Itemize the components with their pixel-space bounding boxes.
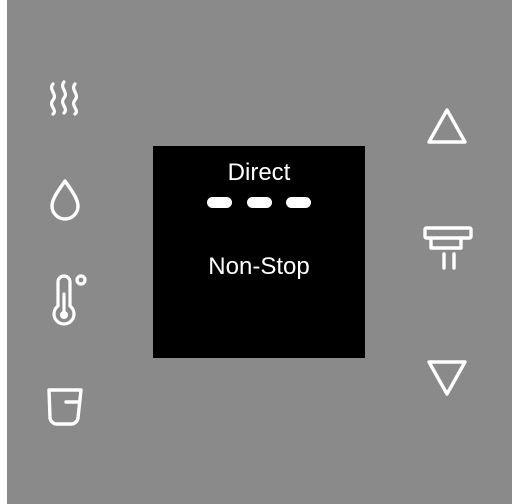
hot-water-button[interactable] (44, 80, 84, 116)
level-dash (247, 197, 272, 208)
level-dash (207, 197, 232, 208)
dispense-mode-label: Non-Stop (208, 253, 310, 280)
water-drop-icon (50, 179, 80, 221)
increase-button[interactable] (425, 106, 469, 146)
hot-water-icon (49, 80, 79, 116)
cup-icon (47, 388, 83, 426)
mode-label: Direct (227, 159, 291, 186)
temperature-button[interactable] (48, 272, 90, 328)
level-indicator (153, 197, 365, 209)
dispense-button[interactable] (421, 224, 473, 278)
water-button[interactable] (48, 178, 82, 221)
arrow-down-icon (427, 360, 467, 396)
thermometer-icon (52, 274, 87, 326)
arrow-up-icon (427, 108, 467, 144)
display-screen: Direct Non-Stop (153, 146, 365, 358)
decrease-button[interactable] (425, 358, 469, 398)
cup-button[interactable] (46, 386, 84, 428)
level-dash (286, 197, 311, 208)
dispenser-nozzle-icon (423, 226, 473, 270)
